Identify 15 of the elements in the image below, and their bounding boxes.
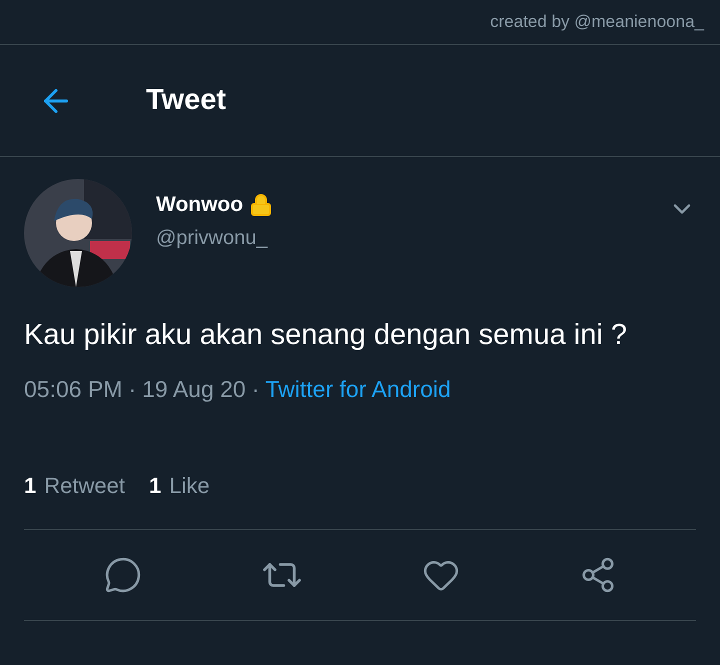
credit-text: created by @meanienoona_ — [490, 12, 704, 32]
user-name: Wonwoo — [156, 193, 244, 217]
stat-label[interactable]: Like — [169, 473, 210, 499]
source-link[interactable]: Twitter for Android — [265, 376, 451, 403]
stat-count: 1 — [148, 473, 162, 499]
user-handle: @privwonu_ — [156, 227, 269, 250]
stat-label[interactable]: Retweet — [44, 473, 125, 499]
separator-dot: · — [128, 376, 136, 403]
page-title: Tweet — [146, 84, 226, 117]
tweet-date: 19 Aug 20 — [142, 376, 246, 403]
separator-dot: · — [252, 376, 260, 403]
stat-count: 1 — [24, 473, 36, 499]
tweet-text: Kau pikir aku akan senang dengan semua ini ? — [24, 318, 628, 353]
tweet-time: 05:06 PM — [24, 376, 122, 403]
reply-icon[interactable] — [104, 556, 142, 594]
